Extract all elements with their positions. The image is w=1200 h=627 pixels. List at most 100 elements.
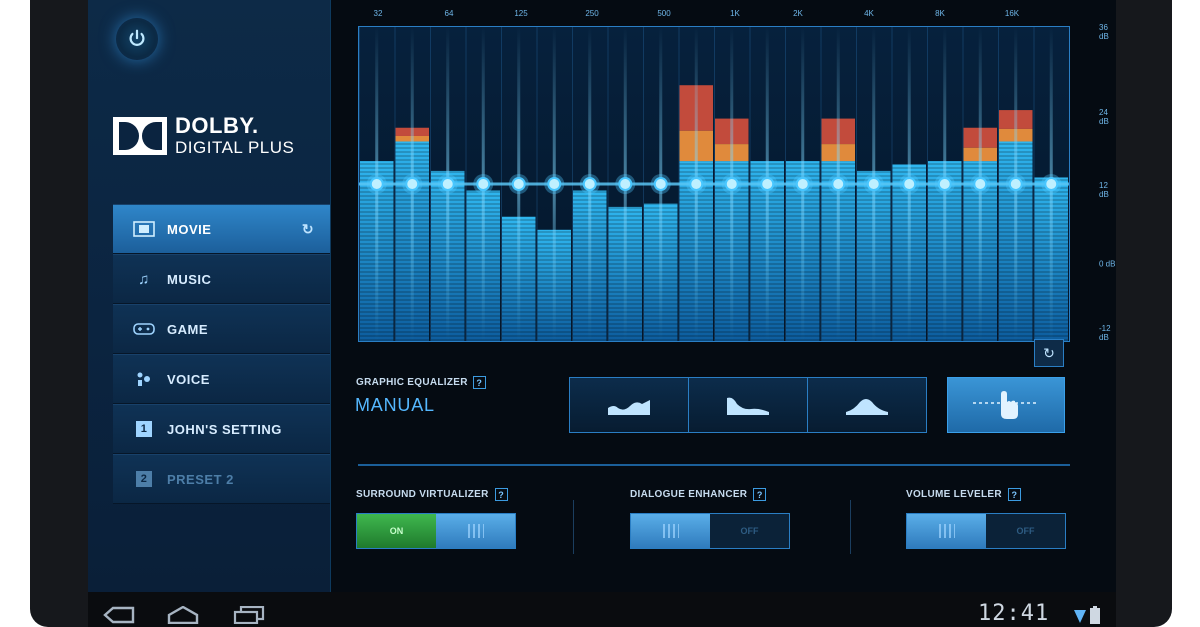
- eq-band-handle[interactable]: [689, 177, 704, 191]
- separator: [850, 500, 851, 554]
- freq-label: 4K: [864, 9, 874, 18]
- freq-label: 16K: [1004, 9, 1020, 18]
- db-label: 0 dB: [1099, 259, 1116, 269]
- status-clock: 12:41: [978, 601, 1050, 626]
- brand-line1: DOLBY.: [175, 113, 259, 138]
- number-2-icon: 2: [136, 471, 152, 487]
- toggle-off-label: OFF: [710, 514, 789, 548]
- back-icon[interactable]: [103, 606, 137, 627]
- sidebar-item-label: PRESET 2: [167, 471, 234, 487]
- eq-band-handle[interactable]: [440, 177, 455, 191]
- profile-menu: MOVIE ↻ ♫ MUSIC GAME VOICE 1 JOHN'S SETT…: [113, 204, 330, 504]
- freq-label: 250: [585, 9, 599, 18]
- db-label: 24 dB: [1099, 108, 1109, 126]
- db-label: 36 dB: [1099, 23, 1109, 41]
- volume-leveler-label: VOLUME LEVELER: [906, 489, 1002, 500]
- eq-band-handle[interactable]: [405, 177, 420, 191]
- eq-preset-group: [569, 377, 927, 433]
- film-icon: [133, 220, 155, 238]
- freq-label: 8K: [935, 9, 945, 18]
- sidebar-item-voice[interactable]: VOICE: [113, 354, 330, 404]
- power-button[interactable]: [116, 18, 158, 60]
- sidebar: DOLBY. DIGITAL PLUS MOVIE ↻ ♫ MUSIC GAME: [88, 0, 331, 592]
- sidebar-item-music[interactable]: ♫ MUSIC: [113, 254, 330, 304]
- brand-line2: DIGITAL PLUS: [175, 138, 295, 157]
- eq-frequency-labels: 32 64 125 250 500 1K 2K 4K 8K 16K: [358, 9, 1070, 21]
- freq-label: 2K: [793, 9, 803, 18]
- graphic-eq-mode: MANUAL: [355, 395, 435, 415]
- volume-leveler-toggle[interactable]: OFF: [906, 513, 1066, 549]
- help-icon[interactable]: ?: [494, 488, 508, 501]
- grip-icon: [662, 524, 679, 538]
- freq-label: 1K: [730, 9, 740, 18]
- eq-band-handle[interactable]: [653, 177, 668, 191]
- gamepad-icon: [133, 320, 155, 338]
- eq-band-handle[interactable]: [724, 177, 739, 191]
- eq-handle-line: [359, 182, 1069, 186]
- freq-label: 500: [657, 9, 671, 18]
- eq-band-handle[interactable]: [547, 177, 562, 191]
- toggle-handle[interactable]: [436, 514, 515, 548]
- sidebar-item-movie[interactable]: MOVIE ↻: [113, 204, 330, 254]
- surround-virtualizer-group: SURROUND VIRTUALIZER ? ON: [356, 488, 516, 549]
- eq-band-handle[interactable]: [476, 177, 491, 191]
- separator: [573, 500, 574, 554]
- eq-band-handle[interactable]: [795, 177, 810, 191]
- toggle-handle[interactable]: [907, 514, 986, 548]
- sidebar-item-label: JOHN'S SETTING: [167, 421, 282, 437]
- sidebar-item-label: MOVIE: [167, 221, 212, 237]
- eq-band-handle[interactable]: [831, 177, 846, 191]
- help-icon[interactable]: ?: [472, 376, 486, 389]
- db-label: -12 dB: [1099, 324, 1111, 342]
- recent-apps-icon[interactable]: [232, 605, 266, 627]
- reset-profile-icon[interactable]: ↻: [300, 221, 316, 237]
- eq-band-handle[interactable]: [973, 177, 988, 191]
- help-icon[interactable]: ?: [753, 488, 767, 501]
- eq-preset-rich[interactable]: [689, 378, 808, 432]
- eq-band-handle[interactable]: [582, 177, 597, 191]
- sidebar-item-game[interactable]: GAME: [113, 304, 330, 354]
- dialogue-enhancer-label: DIALOGUE ENHANCER: [630, 489, 748, 500]
- open-eq-icon: [608, 400, 650, 415]
- eq-band-handle[interactable]: [902, 177, 917, 191]
- power-icon: [129, 29, 145, 46]
- eq-band-handle[interactable]: [618, 177, 633, 191]
- toggle-handle[interactable]: [631, 514, 710, 548]
- eq-band-handle[interactable]: [760, 177, 775, 191]
- eq-band-handle[interactable]: [937, 177, 952, 191]
- reset-eq-button[interactable]: ↻: [1034, 339, 1064, 367]
- eq-band-handle[interactable]: [511, 177, 526, 191]
- graphic-equalizer[interactable]: [358, 26, 1070, 342]
- music-note-icon: ♫: [138, 270, 150, 288]
- focused-eq-icon: [846, 399, 888, 415]
- refresh-icon: ↻: [1043, 344, 1055, 361]
- number-1-icon: 1: [136, 421, 152, 437]
- eq-preset-open[interactable]: [570, 378, 689, 432]
- dolby-logo: DOLBY. DIGITAL PLUS: [113, 115, 294, 156]
- surround-virtualizer-toggle[interactable]: ON: [356, 513, 516, 549]
- rich-eq-icon: [727, 397, 769, 415]
- freq-label: 32: [373, 9, 383, 18]
- eq-band-handle[interactable]: [369, 177, 384, 191]
- eq-band-handle[interactable]: [866, 177, 881, 191]
- sidebar-item-label: MUSIC: [167, 271, 212, 287]
- dialogue-enhancer-toggle[interactable]: OFF: [630, 513, 790, 549]
- eq-preset-focused[interactable]: [808, 378, 926, 432]
- help-icon[interactable]: ?: [1007, 488, 1021, 501]
- hand-drag-icon: [973, 391, 1039, 419]
- equalizer-bands[interactable]: [359, 27, 1069, 341]
- sidebar-item-preset-2[interactable]: 2 PRESET 2: [113, 454, 330, 504]
- eq-band-handle[interactable]: [1008, 177, 1023, 191]
- sidebar-item-johns-setting[interactable]: 1 JOHN'S SETTING: [113, 404, 330, 454]
- graphic-eq-label: GRAPHIC EQUALIZER ?: [356, 376, 486, 389]
- volume-leveler-group: VOLUME LEVELER ? OFF: [906, 488, 1066, 549]
- sidebar-item-label: VOICE: [167, 371, 210, 387]
- grip-icon: [467, 524, 484, 538]
- battery-icon: [1090, 606, 1100, 624]
- wifi-icon: [1074, 610, 1086, 623]
- manual-eq-button[interactable]: [947, 377, 1065, 433]
- home-icon[interactable]: [166, 605, 200, 627]
- grip-icon: [938, 524, 955, 538]
- eq-band-handle[interactable]: [1044, 177, 1059, 191]
- surround-virtualizer-label: SURROUND VIRTUALIZER: [356, 489, 489, 500]
